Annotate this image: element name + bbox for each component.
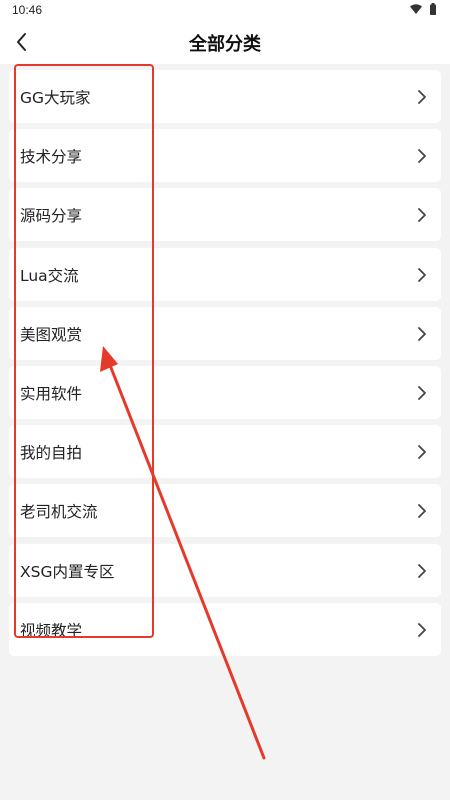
wifi-icon	[410, 4, 422, 14]
chevron-right-icon	[418, 563, 426, 578]
annotation-highlight-box	[14, 64, 154, 638]
chevron-right-icon	[418, 90, 426, 104]
chevron-right-icon	[418, 445, 426, 460]
chevron-right-icon	[418, 622, 426, 637]
header: 全部分类	[0, 20, 450, 64]
chevron-right-icon	[418, 326, 426, 341]
status-time: 10:46	[12, 3, 43, 17]
chevron-right-icon	[418, 267, 426, 282]
page-title: 全部分类	[189, 34, 261, 55]
chevron-right-icon	[418, 386, 426, 400]
battery-icon	[430, 3, 436, 15]
chevron-right-icon	[418, 504, 426, 519]
status-bar: 10:46	[0, 0, 450, 20]
chevron-right-icon	[418, 208, 426, 223]
chevron-right-icon	[418, 149, 426, 164]
